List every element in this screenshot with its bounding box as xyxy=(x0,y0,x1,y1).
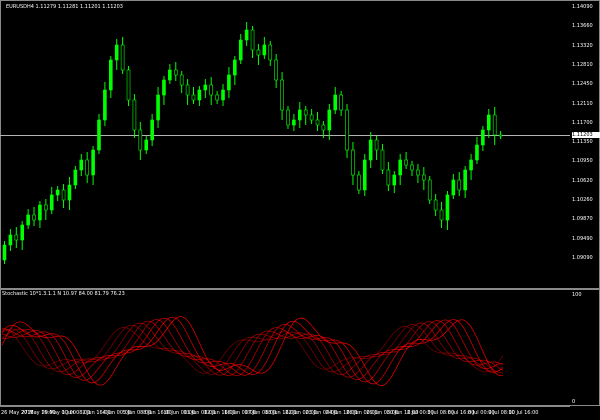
price-axis-label: 1.12450 xyxy=(572,81,593,88)
oscillator-axis-label: 100 xyxy=(572,292,582,298)
price-axis-label: 1.12110 xyxy=(572,100,593,107)
stochastic-line xyxy=(2,320,504,378)
stochastic-lines xyxy=(1,316,504,386)
stochastic-line xyxy=(1,322,504,376)
oscillator-axis-label: 0 xyxy=(572,399,576,405)
price-axis-label: 1.09090 xyxy=(572,254,593,261)
price-axis-label: 1.13320 xyxy=(572,42,593,49)
price-axis-label: 1.09870 xyxy=(572,216,593,223)
price-axis-label: 1.14090 xyxy=(572,4,593,10)
price-axis-label: 1.09490 xyxy=(572,235,593,242)
current-price-tag: 1.11203 xyxy=(572,132,600,138)
price-axis-label: 1.11700 xyxy=(572,119,593,126)
price-axis-label: 1.13660 xyxy=(572,23,593,30)
price-axis-label: 1.12810 xyxy=(572,61,593,68)
price-axis-label: 1.10260 xyxy=(572,197,593,203)
stochastic-line xyxy=(1,317,504,383)
stochastic-line xyxy=(1,316,503,386)
price-axis-label: 1.10620 xyxy=(572,177,593,184)
price-axis-label: 1.10950 xyxy=(572,158,593,165)
stochastic-line xyxy=(1,324,504,375)
price-axis-label: 1.11350 xyxy=(572,139,593,146)
